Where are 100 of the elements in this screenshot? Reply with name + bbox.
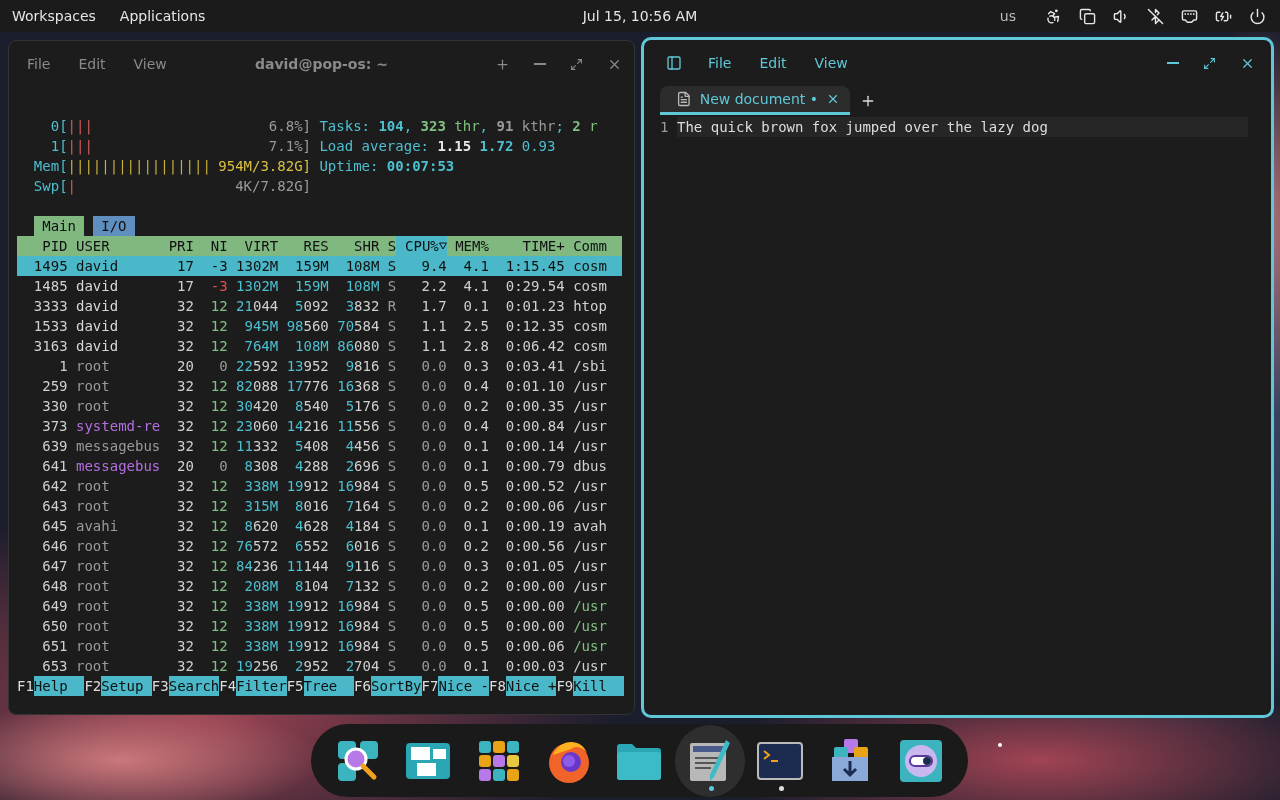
table-cell-text: 32 xyxy=(176,577,194,596)
process-row[interactable]: 639 messagebus 32 12 11332 5408 4456 S 0.0 0.1 0:00.14 /usr xyxy=(17,436,622,456)
table-cell-text: 1485 xyxy=(32,277,68,296)
column-header[interactable]: MEM% xyxy=(455,236,489,256)
table-cell-text: 32 xyxy=(176,497,194,516)
maximize-icon xyxy=(570,57,583,71)
process-row[interactable]: 330 root 32 12 30420 8540 5176 S 0.0 0.2 0:00.35 /usr xyxy=(17,396,622,416)
clock[interactable]: Jul 15, 10:56 AM xyxy=(582,8,698,24)
table-cell-text: 1:15.45 xyxy=(504,257,565,276)
panel-menu[interactable]: Workspaces xyxy=(12,8,96,24)
column-header[interactable]: USER xyxy=(76,236,161,256)
keyboard-layout[interactable]: us xyxy=(999,8,1016,24)
table-cell-text: 0.0 xyxy=(420,577,447,596)
table-cell-text: S xyxy=(387,517,397,536)
table-cell-text: 0:00.00 xyxy=(504,597,565,616)
table-cell-text: 2704 xyxy=(344,657,380,676)
table-cell-text: 1533 xyxy=(32,317,68,336)
table-cell-text: 32 xyxy=(176,597,194,616)
ethernet-port-icon[interactable] xyxy=(1181,7,1198,25)
function-key-button[interactable]: Help xyxy=(33,676,85,696)
process-row[interactable]: 259 root 32 12 82088 17776 16368 S 0.0 0.4 0:01.10 /usr xyxy=(17,376,622,396)
column-header[interactable]: VIRT xyxy=(236,236,279,256)
table-cell-text: 1302M xyxy=(236,277,279,296)
power-icon[interactable] xyxy=(1249,7,1266,25)
process-row[interactable]: 649 root 32 12 338M 19912 16984 S 0.0 0.5 0:00.00 /usr xyxy=(17,596,622,616)
process-row[interactable]: 1533 david 32 12 945M 98560 70584 S 1.1 2.5 0:12.35 cosm xyxy=(17,316,622,336)
function-key-button[interactable]: Filter xyxy=(236,676,287,696)
panel-menu[interactable]: Applications xyxy=(119,8,206,24)
table-cell-text: 0.5 xyxy=(462,597,489,616)
screen-tab[interactable]: Main xyxy=(33,216,85,236)
table-cell-text: 647 xyxy=(41,557,68,576)
column-header[interactable]: CPU% xyxy=(405,236,439,256)
bluetooth-off-icon[interactable] xyxy=(1147,7,1164,25)
menu-item[interactable]: View xyxy=(133,56,167,72)
column-header[interactable]: PRI xyxy=(168,236,194,256)
table-cell-text: root xyxy=(76,397,111,416)
column-header[interactable]: Comm xyxy=(573,236,622,256)
function-key-button[interactable]: Kill xyxy=(573,676,624,696)
process-row[interactable]: 3333 david 32 12 21044 5092 3832 R 1.7 0.1 0:01.23 htop xyxy=(17,296,622,316)
process-row[interactable]: 647 root 32 12 84236 11144 9116 S 0.0 0.3 0:01.05 /usr xyxy=(17,556,622,576)
menu-item[interactable]: File xyxy=(708,55,732,71)
process-row[interactable]: 648 root 32 12 208M 8104 7132 S 0.0 0.2 0:00.00 /usr xyxy=(17,576,622,596)
column-header[interactable]: SHR xyxy=(337,236,380,256)
maximize-button[interactable] xyxy=(570,57,583,71)
process-row[interactable]: 646 root 32 12 76572 6552 6016 S 0.0 0.2 0:00.56 /usr xyxy=(17,536,622,556)
column-header[interactable]: TIME+ xyxy=(497,236,565,256)
table-cell-text: 13952 xyxy=(286,357,329,376)
menu-item[interactable]: Edit xyxy=(78,56,106,72)
function-key-button[interactable]: Setup xyxy=(101,676,152,696)
column-header[interactable]: S xyxy=(387,236,397,256)
process-row[interactable]: 1495 david 17 -3 1302M 159M 108M S 9.4 4.1 1:15.45 cosm xyxy=(17,256,622,276)
process-row[interactable]: 3163 david 32 12 764M 108M 86080 S 1.1 2.8 0:06.42 cosm xyxy=(17,336,622,356)
table-cell-text: 16984 xyxy=(337,597,380,616)
process-row[interactable]: 653 root 32 12 19256 2952 2704 S 0.0 0.1 0:00.03 /usr xyxy=(17,656,622,676)
column-header[interactable]: NI xyxy=(202,236,228,256)
summary-line: Load average: 1.15 1.72 0.93 xyxy=(319,137,557,156)
table-cell-text: S xyxy=(387,597,397,616)
table-cell-text: david xyxy=(76,257,120,276)
column-header[interactable]: RES xyxy=(286,236,329,256)
maximize-button[interactable] xyxy=(1203,56,1216,70)
table-cell-text: 11332 xyxy=(236,437,279,456)
process-row[interactable]: 373 systemd-re 32 12 23060 14216 11556 S 0.0 0.4 0:00.84 /usr xyxy=(17,416,622,436)
table-cell-text: -3 xyxy=(209,257,228,276)
meter-label: 1[ xyxy=(49,137,68,156)
function-key-button[interactable]: Nice - xyxy=(438,676,489,696)
new-tab-button[interactable] xyxy=(495,56,510,72)
table-cell-text: /usr xyxy=(573,417,608,436)
accessibility-icon[interactable] xyxy=(1045,7,1062,25)
displays-icon[interactable] xyxy=(1079,7,1096,25)
document-tab[interactable]: New document • xyxy=(660,86,850,115)
screen-tab[interactable]: I/O xyxy=(92,216,135,236)
function-key-button[interactable]: SortBy xyxy=(370,676,422,696)
function-key-button[interactable]: Nice + xyxy=(505,676,557,696)
menu-item[interactable]: View xyxy=(814,55,848,71)
process-row[interactable]: 651 root 32 12 338M 19912 16984 S 0.0 0.5 0:00.06 /usr xyxy=(17,636,622,656)
table-cell-text: 11556 xyxy=(337,417,380,436)
menu-item[interactable]: File xyxy=(27,56,51,72)
close-icon xyxy=(826,92,840,106)
process-row[interactable]: 641 messagebus 20 0 8308 4288 2696 S 0.0 0.1 0:00.79 dbus xyxy=(17,456,622,476)
table-cell-text: 32 xyxy=(176,337,194,356)
function-key-button[interactable]: Search xyxy=(168,676,220,696)
process-row[interactable]: 1485 david 17 -3 1302M 159M 108M S 2.2 4.1 0:29.54 cosm xyxy=(17,276,622,296)
sidebar-toggle-button[interactable] xyxy=(666,55,682,71)
minus-icon xyxy=(1167,62,1179,64)
table-cell-text: root xyxy=(76,657,111,676)
meter-reading: 954M/3.82G] xyxy=(218,157,311,176)
table-cell-text: root xyxy=(76,537,111,556)
table-cell-text: root xyxy=(76,597,111,616)
table-cell-text: 259 xyxy=(41,377,68,396)
process-row[interactable]: 642 root 32 12 338M 19912 16984 S 0.0 0.5 0:00.52 /usr xyxy=(17,476,622,496)
process-row[interactable]: 650 root 32 12 338M 19912 16984 S 0.0 0.5 0:00.00 /usr xyxy=(17,616,622,636)
close-tab-button[interactable] xyxy=(826,92,840,106)
process-row[interactable]: 1 root 20 0 22592 13952 9816 S 0.0 0.3 0:03.41 /sbi xyxy=(17,356,622,376)
menu-item[interactable]: Edit xyxy=(759,55,787,71)
table-cell-text: 70584 xyxy=(337,317,380,336)
process-row[interactable]: 643 root 32 12 315M 8016 7164 S 0.0 0.2 0:00.06 /usr xyxy=(17,496,622,516)
table-cell-text: 8308 xyxy=(243,457,279,476)
column-header[interactable]: PID xyxy=(17,236,68,256)
table-cell-text: 0.1 xyxy=(462,437,489,456)
process-row[interactable]: 645 avahi 32 12 8620 4628 4184 S 0.0 0.1 0:00.19 avah xyxy=(17,516,622,536)
